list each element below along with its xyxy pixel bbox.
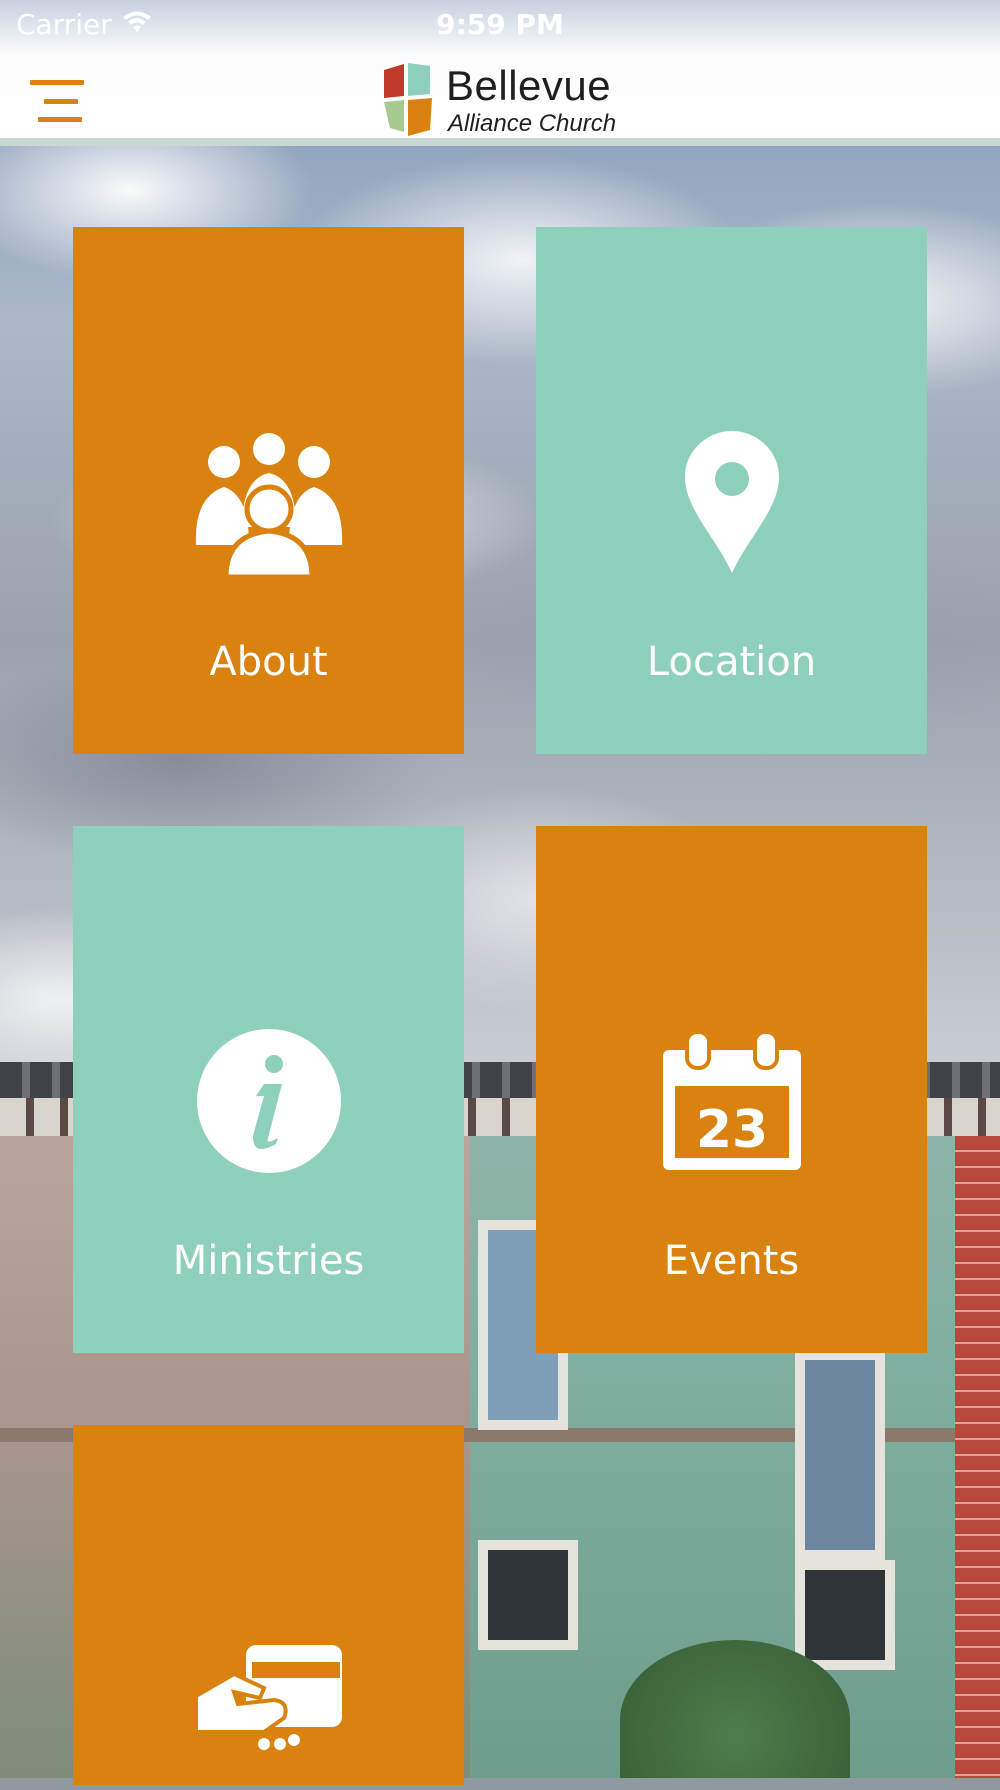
logo-name: Bellevue	[446, 62, 612, 109]
map-pin-icon	[684, 431, 779, 573]
brick-column	[955, 1136, 1000, 1778]
tile-events[interactable]: 23 Events	[536, 826, 927, 1353]
building-window	[795, 1350, 885, 1560]
status-time: 9:59 PM	[436, 8, 564, 41]
church-logo: Bellevue Alliance Church	[380, 60, 630, 140]
tile-label: Events	[663, 1238, 800, 1284]
tile-about[interactable]: About	[73, 227, 464, 754]
menu-button[interactable]	[30, 80, 86, 122]
menu-icon-bar	[44, 99, 78, 104]
tile-ministries[interactable]: Ministries	[73, 826, 464, 1353]
tile-label: Location	[646, 639, 817, 685]
card-in-hand-icon	[193, 1645, 342, 1750]
tile-location[interactable]: Location	[536, 227, 927, 754]
calendar-icon: 23	[662, 1030, 801, 1170]
tile-label: About	[209, 639, 328, 685]
info-icon	[196, 1029, 341, 1173]
logo-subtitle: Alliance Church	[448, 110, 617, 137]
menu-icon-bar	[38, 117, 82, 122]
menu-icon	[30, 80, 84, 85]
calendar-day: 23	[695, 1100, 767, 1160]
tile-label: Ministries	[172, 1238, 365, 1284]
cross-logo-icon	[384, 63, 432, 136]
people-group-icon	[195, 433, 342, 577]
tile-give[interactable]	[73, 1425, 464, 1785]
building-window	[478, 1540, 578, 1650]
status-bar: Carrier 9:59 PM	[0, 0, 1000, 50]
building-window	[795, 1560, 895, 1670]
